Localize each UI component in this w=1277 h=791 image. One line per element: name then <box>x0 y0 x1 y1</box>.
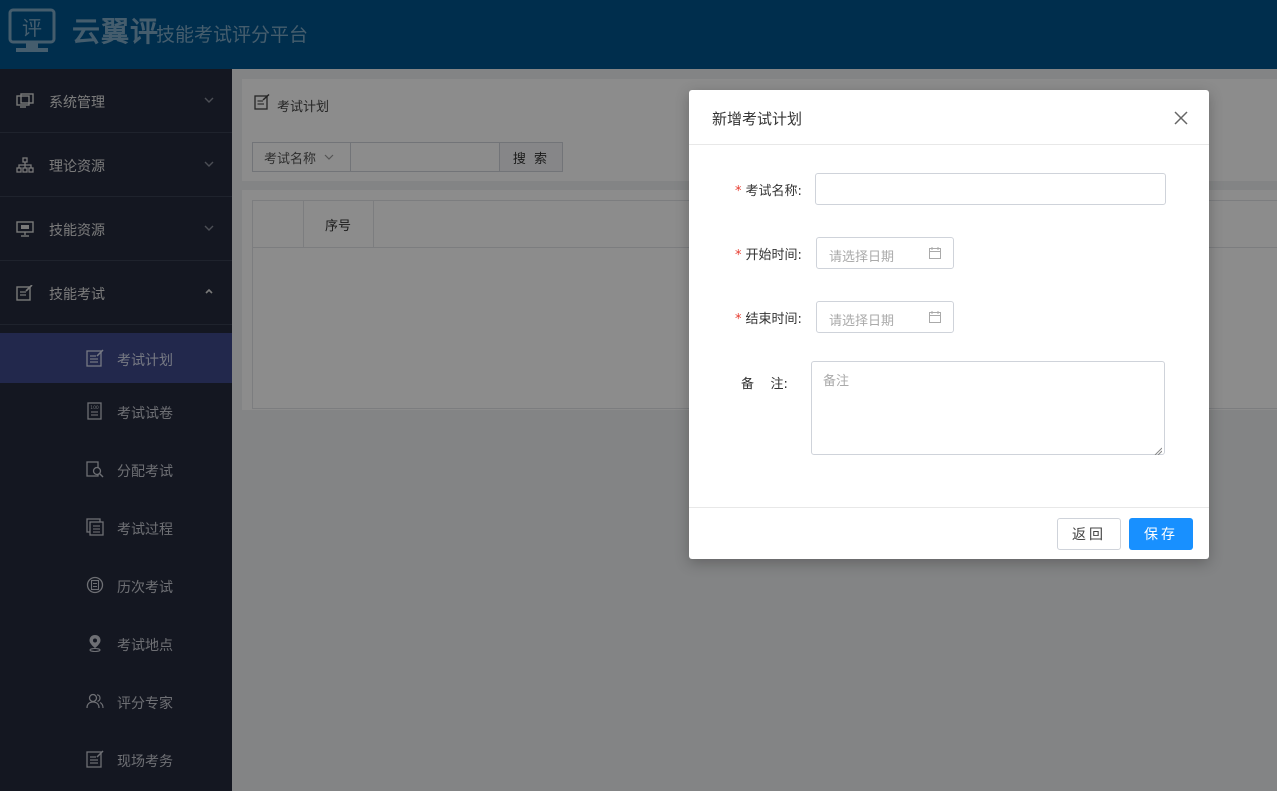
required-mark: * <box>735 184 742 199</box>
start-date-picker[interactable]: 请选择日期 <box>816 237 954 269</box>
calendar-icon <box>929 247 941 259</box>
exam-name-label-text: 考试名称: <box>745 184 802 199</box>
close-icon[interactable] <box>1173 110 1189 126</box>
required-mark: * <box>735 248 742 263</box>
remark-placeholder: 备注 <box>823 374 850 389</box>
end-date-picker[interactable]: 请选择日期 <box>816 301 954 333</box>
add-exam-plan-dialog: 新增考试计划 * 考试名称: * 开始时间: 请选择日期 * 结束时间: 请选择日期 … <box>689 90 1209 559</box>
remark-label: 备 注: <box>741 377 788 392</box>
start-date-placeholder: 请选择日期 <box>829 250 895 265</box>
divider <box>689 507 1209 508</box>
required-mark: * <box>735 312 742 327</box>
start-time-label: * 开始时间: <box>735 244 802 263</box>
resize-handle-icon[interactable] <box>1154 444 1163 456</box>
dialog-title: 新增考试计划 <box>712 110 803 128</box>
calendar-icon <box>929 311 941 323</box>
start-time-label-text: 开始时间: <box>745 248 802 263</box>
exam-name-label: * 考试名称: <box>735 180 802 199</box>
remark-textarea[interactable]: 备注 <box>811 361 1165 456</box>
end-time-label: * 结束时间: <box>735 308 802 327</box>
back-button[interactable]: 返回 <box>1057 518 1121 550</box>
divider <box>689 144 1209 145</box>
exam-name-input[interactable] <box>815 173 1166 205</box>
save-button[interactable]: 保存 <box>1129 518 1193 550</box>
end-date-placeholder: 请选择日期 <box>829 314 895 329</box>
end-time-label-text: 结束时间: <box>745 312 802 327</box>
